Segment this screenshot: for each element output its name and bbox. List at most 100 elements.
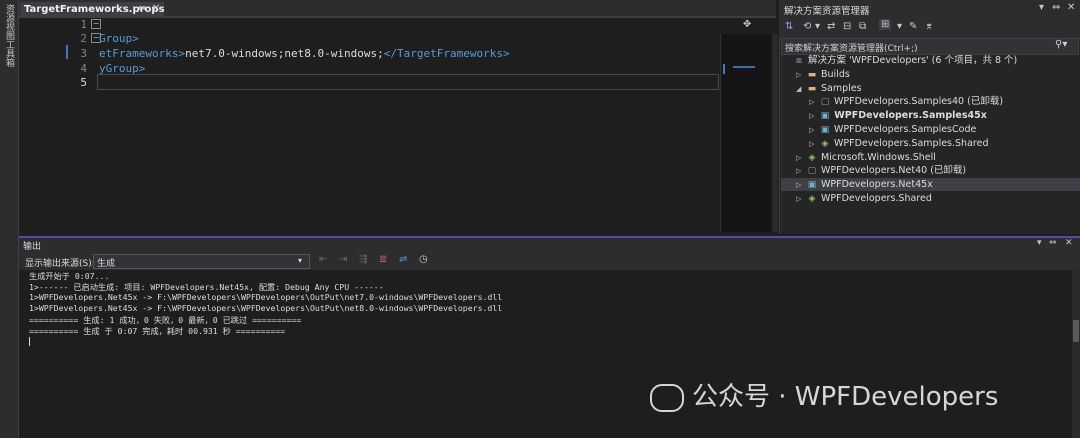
watermark-text: 公众号 · WPFDevelopers bbox=[692, 382, 999, 412]
expand-arrow-icon[interactable]: ▷ bbox=[809, 110, 819, 123]
tree-item[interactable]: ▷ ▢ WPFDevelopers.Samples40 (已卸载) bbox=[809, 95, 1003, 108]
tree-item[interactable]: ▷ ◈ WPFDevelopers.Samples.Shared bbox=[809, 137, 988, 150]
panel-title: 解决方案资源管理器 bbox=[784, 6, 870, 17]
wrench-icon[interactable]: ✎ bbox=[909, 21, 917, 32]
solution-explorer-toolbar: ⇅ ⟲ ▾ ⇄ ⊟ ⧉ ⊞ ▾ ✎ ⌆ bbox=[779, 18, 1080, 39]
folder-icon: ▬ bbox=[807, 69, 817, 80]
expand-arrow-icon[interactable]: ▷ bbox=[809, 138, 819, 151]
output-line: 1>WPFDevelopers.Net45x -> F:\WPFDevelope… bbox=[29, 303, 503, 313]
wechat-icon bbox=[650, 383, 684, 412]
output-scrollbar[interactable] bbox=[1072, 270, 1080, 438]
text-caret bbox=[29, 337, 30, 346]
line-number: 1 bbox=[80, 18, 87, 31]
collapse-all-icon[interactable]: ⊟ bbox=[843, 21, 851, 32]
tree-item-label: WPFDevelopers.Net40 (已卸载) bbox=[818, 165, 967, 177]
pin-icon[interactable]: ⇔ bbox=[138, 3, 146, 14]
sync-icon[interactable]: ⇄ bbox=[827, 21, 835, 32]
shared-project-icon: ◈ bbox=[808, 194, 816, 204]
tree-item-label: WPFDevelopers.Net45x bbox=[818, 179, 933, 191]
output-source-label: 显示输出来源(S): bbox=[25, 259, 95, 269]
watermark: 公众号 · WPFDevelopers bbox=[650, 376, 998, 413]
project-icon: ▢ bbox=[820, 97, 830, 108]
fold-toggle-icon[interactable]: − bbox=[91, 19, 101, 29]
tree-item[interactable]: ⧈ 解决方案 'WPFDevelopers' (6 个项目，共 8 个) bbox=[783, 54, 1017, 67]
close-icon[interactable]: ✕ bbox=[152, 3, 160, 14]
dropdown-icon[interactable]: ▾ bbox=[1039, 2, 1044, 13]
code-editor[interactable]: 1 2 3 4 5 − − Group> etFrameworks>net7.0… bbox=[19, 18, 719, 234]
xml-text: net7.0-windows;net8.0-windows; bbox=[185, 47, 384, 60]
chevron-down-icon[interactable]: ▾ bbox=[815, 21, 820, 32]
solution-icon: ⧈ bbox=[796, 56, 802, 66]
show-all-files-icon[interactable]: ⧉ bbox=[859, 21, 866, 32]
tree-item-label: WPFDevelopers.Samples.Shared bbox=[831, 137, 989, 149]
minimap-marker bbox=[723, 64, 725, 74]
tree-item[interactable]: ▷ ▣ WPFDevelopers.SamplesCode bbox=[809, 123, 976, 136]
go-to-next-icon[interactable]: ⇥ bbox=[339, 254, 347, 265]
expand-arrow-icon[interactable]: ▷ bbox=[796, 165, 806, 178]
timestamp-icon[interactable]: ◷ bbox=[419, 254, 428, 265]
tree-item[interactable]: ▷ ◈ WPFDevelopers.Shared bbox=[796, 192, 932, 205]
folder-icon: ▬ bbox=[807, 83, 817, 94]
search-icon[interactable]: ⚲▾ bbox=[1055, 39, 1067, 50]
expand-arrow-icon[interactable]: ◢ bbox=[796, 83, 806, 96]
tab-resource-view[interactable]: 资源视图 bbox=[2, 4, 16, 40]
solution-search-input[interactable]: 搜索解决方案资源管理器(Ctrl+;) ⚲▾ bbox=[781, 38, 1079, 55]
tree-item-label: 解决方案 'WPFDevelopers' (6 个项目，共 8 个) bbox=[805, 55, 1018, 66]
word-wrap-icon[interactable]: ⇌ bbox=[399, 254, 407, 265]
scrollbar-thumb[interactable] bbox=[1073, 320, 1079, 342]
chevron-down-icon[interactable]: ▾ bbox=[897, 21, 902, 32]
preview-selected-icon[interactable]: ⊞ bbox=[879, 19, 892, 30]
output-line: 1>WPFDevelopers.Net45x -> F:\WPFDevelope… bbox=[29, 292, 503, 302]
project-icon: ▢ bbox=[807, 166, 817, 177]
current-line-highlight bbox=[97, 74, 719, 90]
shared-project-icon: ◈ bbox=[808, 152, 816, 163]
expand-arrow-icon[interactable]: ▷ bbox=[796, 193, 806, 206]
find-message-icon[interactable]: ⇶ bbox=[359, 254, 367, 265]
close-icon[interactable]: ✕ bbox=[1067, 2, 1075, 13]
code-line-3: etFrameworks>net7.0-windows;net8.0-windo… bbox=[99, 47, 510, 60]
tree-item[interactable]: ▷ ▣ WPFDevelopers.Samples45x bbox=[809, 109, 987, 122]
panel-title: 输出 bbox=[23, 242, 42, 252]
switch-views-icon[interactable]: ⇅ bbox=[785, 21, 793, 32]
editor-scrollbar[interactable] bbox=[772, 34, 778, 232]
line-number: 4 bbox=[80, 62, 87, 75]
pin-icon[interactable]: ⇔ bbox=[1052, 2, 1060, 13]
left-tool-strip: 资源视图 工具箱 bbox=[0, 0, 19, 438]
minimap[interactable] bbox=[720, 34, 773, 232]
close-icon[interactable]: ✕ bbox=[1065, 238, 1073, 248]
tree-item-label: Samples bbox=[818, 82, 862, 94]
dropdown-icon[interactable]: ▾ bbox=[1037, 238, 1042, 248]
search-placeholder: 搜索解决方案资源管理器(Ctrl+;) bbox=[785, 44, 918, 54]
change-marker bbox=[66, 45, 68, 59]
minimap-header: ✥ bbox=[720, 18, 776, 34]
line-number: 2 bbox=[80, 32, 87, 45]
output-title-bar: 输出 ▾ ⇔ ✕ bbox=[19, 238, 1080, 252]
tree-item[interactable]: ▷ ◈ Microsoft.Windows.Shell bbox=[796, 151, 936, 164]
xml-close-tag: </TargetFrameworks> bbox=[383, 47, 510, 60]
expand-arrow-icon[interactable]: ▷ bbox=[809, 124, 819, 137]
properties-icon[interactable]: ⌆ bbox=[925, 21, 933, 32]
line-number: 3 bbox=[80, 47, 87, 60]
tab-toolbox[interactable]: 工具箱 bbox=[2, 40, 16, 67]
go-to-previous-icon[interactable]: ⇤ bbox=[319, 254, 327, 265]
clear-all-icon[interactable]: ≣ bbox=[379, 254, 387, 265]
history-icon[interactable]: ⟲ bbox=[803, 21, 811, 32]
csproj-icon: ▣ bbox=[807, 180, 817, 191]
tree-item-label: WPFDevelopers.Samples40 (已卸载) bbox=[831, 96, 1004, 108]
minimap-code bbox=[733, 66, 755, 68]
output-line: ========== 生成 于 0:07 完成，耗时 00.931 秒 ====… bbox=[29, 326, 286, 336]
tree-item[interactable]: ▷ ▢ WPFDevelopers.Net40 (已卸载) bbox=[796, 164, 966, 177]
tree-item[interactable]: ▷ ▣ WPFDevelopers.Net45x bbox=[781, 178, 1080, 192]
tree-item-label: WPFDevelopers.Shared bbox=[818, 193, 932, 204]
code-line-2: Group> bbox=[99, 32, 139, 45]
expand-arrow-icon[interactable]: ▷ bbox=[796, 152, 806, 165]
split-icon[interactable]: ✥ bbox=[743, 19, 751, 30]
csproj-icon: ▣ bbox=[820, 125, 830, 135]
pin-icon[interactable]: ⇔ bbox=[1049, 238, 1057, 248]
output-source-select[interactable]: 生成 ▾ bbox=[93, 254, 310, 269]
tree-item[interactable]: ◢ ▬ Samples bbox=[796, 82, 862, 95]
expand-arrow-icon[interactable]: ▷ bbox=[796, 179, 806, 192]
expand-arrow-icon[interactable]: ▷ bbox=[809, 96, 819, 109]
tree-item[interactable]: ▷ ▬ Builds bbox=[796, 68, 850, 81]
expand-arrow-icon[interactable]: ▷ bbox=[796, 69, 806, 82]
